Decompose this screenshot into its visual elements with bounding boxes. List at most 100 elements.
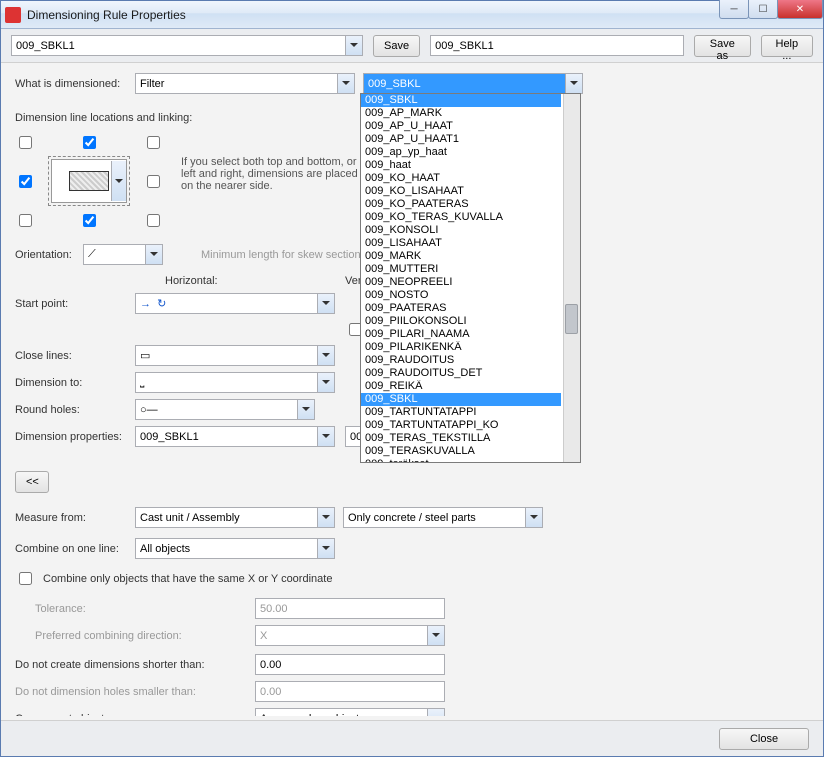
preferred-direction-dropdown	[255, 625, 445, 646]
start-point-h-value[interactable]	[135, 293, 335, 314]
dropdown-item[interactable]: 009_KO_HAAT	[361, 172, 561, 185]
link-right-checkbox[interactable]	[147, 175, 160, 188]
dropdown-item[interactable]: 009_REIKÄ	[361, 380, 561, 393]
component-objects-value[interactable]	[255, 708, 445, 716]
dropdown-item[interactable]: 009_NEOPREELI	[361, 276, 561, 289]
dropdown-item[interactable]: 009_KO_TERAS_KUVALLA	[361, 211, 561, 224]
dimension-to-h-dropdown[interactable]	[135, 372, 335, 393]
dropdown-item[interactable]: 009_haat	[361, 159, 561, 172]
dropdown-item[interactable]: 009_SBKL	[361, 393, 561, 406]
dimension-properties-label: Dimension properties:	[15, 431, 135, 443]
combine-line-label: Combine on one line:	[15, 543, 127, 555]
chevron-down-icon[interactable]	[317, 346, 334, 365]
combine-line-dropdown[interactable]	[135, 538, 335, 559]
chevron-down-icon[interactable]	[337, 74, 354, 93]
dimension-properties-h-value[interactable]	[135, 426, 335, 447]
dropdown-item[interactable]: 009_KO_LISAHAAT	[361, 185, 561, 198]
close-lines-h-value[interactable]	[135, 345, 335, 366]
chevron-down-icon[interactable]	[317, 508, 334, 527]
rule-filter-dropdown[interactable]	[363, 73, 583, 94]
dropdown-item[interactable]: 009_PILARI_NAAMA	[361, 328, 561, 341]
dropdown-item[interactable]: 009_LISAHAAT	[361, 237, 561, 250]
chevron-down-icon[interactable]	[297, 400, 314, 419]
collapse-button[interactable]: <<	[15, 471, 49, 493]
dropdown-item[interactable]: 009_SBKL	[361, 94, 561, 107]
name-field[interactable]	[430, 35, 684, 56]
link-bottom-left-checkbox[interactable]	[19, 214, 32, 227]
dropdown-item[interactable]: 009_ap_yp_haat	[361, 146, 561, 159]
dropdown-item[interactable]: 009_AP_U_HAAT	[361, 120, 561, 133]
component-objects-dropdown[interactable]	[255, 708, 445, 716]
dimension-to-h-value[interactable]	[135, 372, 335, 393]
chevron-down-icon[interactable]	[317, 373, 334, 392]
combine-same-xy-checkbox[interactable]	[19, 572, 32, 585]
filter-dropdown-value[interactable]	[135, 73, 355, 94]
minimize-button[interactable]: ─	[719, 0, 749, 19]
link-top-checkbox[interactable]	[83, 136, 96, 149]
link-bottom-checkbox[interactable]	[83, 214, 96, 227]
dropdown-item[interactable]: 009_teräkset	[361, 458, 561, 463]
dropdown-item[interactable]: 009_TARTUNTATAPPI	[361, 406, 561, 419]
save-as-button[interactable]: Save as	[694, 35, 751, 57]
dropdown-scrollbar[interactable]	[563, 94, 580, 462]
dropdown-item[interactable]: 009_NOSTO	[361, 289, 561, 302]
orientation-dropdown[interactable]	[83, 244, 163, 265]
chevron-down-icon[interactable]	[345, 36, 362, 55]
chevron-down-icon[interactable]	[525, 508, 542, 527]
min-hole-field	[255, 681, 445, 702]
combine-line-value[interactable]	[135, 538, 335, 559]
link-top-right-checkbox[interactable]	[147, 136, 160, 149]
dropdown-item[interactable]: 009_RAUDOITUS	[361, 354, 561, 367]
dropdown-item[interactable]: 009_TARTUNTATAPPI_KO	[361, 419, 561, 432]
dimension-properties-h-dropdown[interactable]	[135, 426, 335, 447]
dropdown-item[interactable]: 009_AP_MARK	[361, 107, 561, 120]
chevron-down-icon[interactable]	[317, 539, 334, 558]
chevron-down-icon[interactable]	[145, 245, 162, 264]
measure-parts-value[interactable]	[343, 507, 543, 528]
save-button[interactable]: Save	[373, 35, 420, 57]
help-button[interactable]: Help ...	[761, 35, 813, 57]
close-button[interactable]: Close	[719, 728, 809, 750]
dropdown-item[interactable]: 009_TERASKUVALLA	[361, 445, 561, 458]
dropdown-item[interactable]: 009_MUTTERI	[361, 263, 561, 276]
scrollbar-thumb[interactable]	[565, 304, 578, 334]
preset-dropdown[interactable]	[11, 35, 363, 56]
dropdown-item[interactable]: 009_KO_PAATERAS	[361, 198, 561, 211]
combine-same-xy-label: Combine only objects that have the same …	[43, 573, 332, 585]
start-point-h-dropdown[interactable]	[135, 293, 335, 314]
dropdown-item[interactable]: 009_PAATERAS	[361, 302, 561, 315]
preset-dropdown-value[interactable]	[11, 35, 363, 56]
measure-from-value[interactable]	[135, 507, 335, 528]
dropdown-item[interactable]: 009_RAUDOITUS_DET	[361, 367, 561, 380]
chevron-down-icon[interactable]	[111, 161, 126, 201]
part-icon	[69, 171, 109, 191]
maximize-button[interactable]: ☐	[748, 0, 778, 19]
dropdown-item[interactable]: 009_KONSOLI	[361, 224, 561, 237]
dropdown-item[interactable]: 009_MARK	[361, 250, 561, 263]
dropdown-item[interactable]: 009_AP_U_HAAT1	[361, 133, 561, 146]
measure-parts-dropdown[interactable]	[343, 507, 543, 528]
dropdown-item[interactable]: 009_TERAS_TEKSTILLA	[361, 432, 561, 445]
close-window-button[interactable]: ✕	[777, 0, 823, 19]
round-holes-label: Round holes:	[15, 404, 135, 416]
chevron-down-icon	[427, 626, 444, 645]
rule-filter-dropdown-list[interactable]: 009_SBKL009_AP_MARK009_AP_U_HAAT009_AP_U…	[360, 93, 581, 463]
close-lines-h-dropdown[interactable]	[135, 345, 335, 366]
measure-from-dropdown[interactable]	[135, 507, 335, 528]
filter-dropdown[interactable]	[135, 73, 355, 94]
position-preview-box[interactable]	[51, 159, 127, 203]
link-bottom-right-checkbox[interactable]	[147, 214, 160, 227]
dropdown-item[interactable]: 009_PIILOKONSOLI	[361, 315, 561, 328]
link-left-checkbox[interactable]	[19, 175, 32, 188]
dropdown-item[interactable]: 009_PILARIKENKÄ	[361, 341, 561, 354]
chevron-down-icon[interactable]	[427, 709, 444, 716]
round-holes-dropdown[interactable]	[135, 399, 315, 420]
chevron-down-icon[interactable]	[317, 427, 334, 446]
chevron-down-icon[interactable]	[317, 294, 334, 313]
link-top-left-checkbox[interactable]	[19, 136, 32, 149]
round-holes-value[interactable]	[135, 399, 315, 420]
measure-from-label: Measure from:	[15, 512, 127, 524]
chevron-down-icon[interactable]	[565, 74, 582, 93]
min-dimension-field[interactable]	[255, 654, 445, 675]
rule-filter-value[interactable]	[363, 73, 583, 94]
